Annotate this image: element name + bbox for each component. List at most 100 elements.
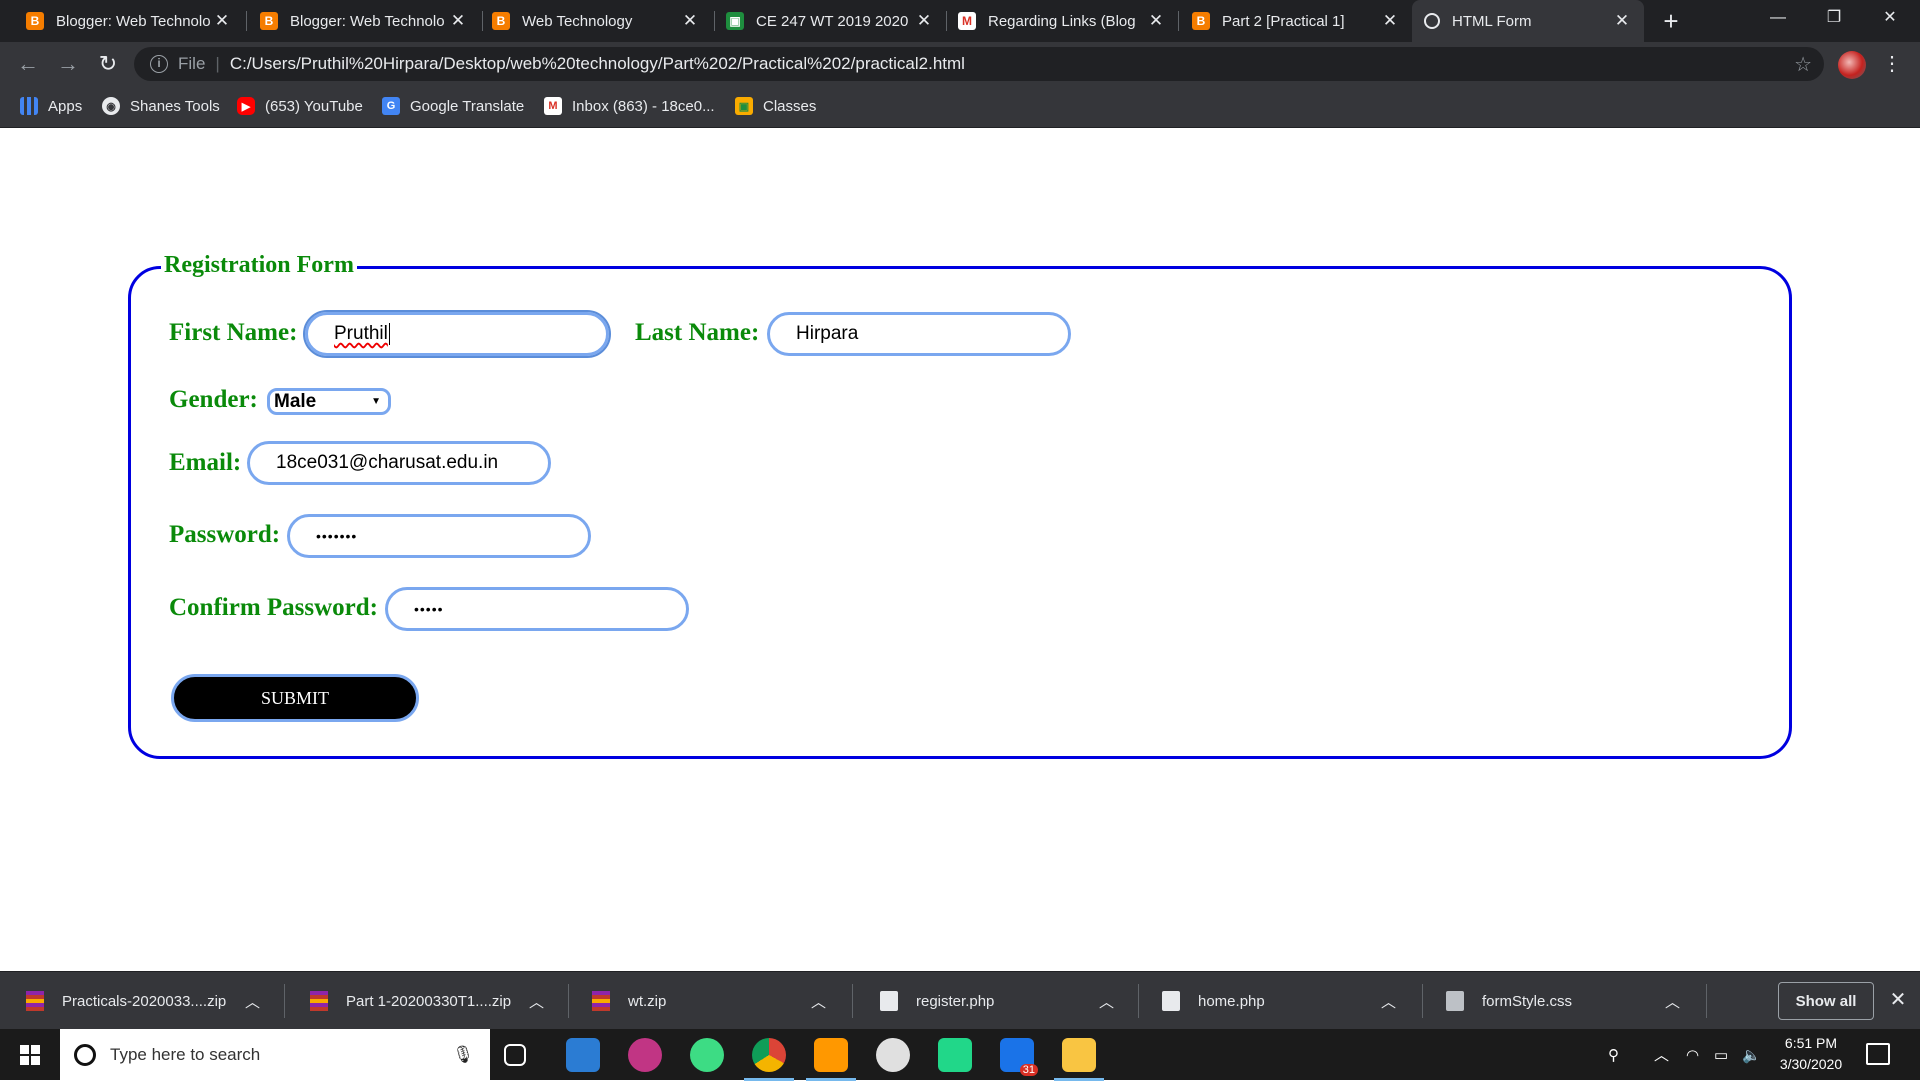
shelf-divider — [568, 984, 569, 1018]
tab-html-form[interactable]: HTML Form ✕ — [1412, 0, 1644, 42]
notification-center-icon[interactable] — [1866, 1043, 1890, 1065]
last-name-input[interactable]: Hirpara — [767, 312, 1071, 356]
profile-avatar[interactable] — [1838, 51, 1866, 79]
battery-icon[interactable]: ▭ — [1714, 1029, 1728, 1080]
show-all-button[interactable]: Show all — [1778, 982, 1874, 1020]
password-input[interactable]: ••••••• — [287, 514, 591, 558]
window-close-icon[interactable]: ✕ — [1862, 0, 1918, 36]
bookmark-youtube[interactable]: ▶ (653) YouTube — [237, 86, 363, 126]
first-name-input[interactable]: Pruthil — [303, 310, 611, 358]
taskbar-search-box[interactable]: Type here to search 🎙 — [60, 1029, 490, 1080]
tab-gmail[interactable]: M Regarding Links (Blog ✕ — [946, 0, 1178, 42]
reload-icon[interactable]: ↻ — [94, 50, 122, 78]
wifi-icon[interactable]: ◠ — [1686, 1029, 1699, 1080]
confirm-password-input[interactable]: ••••• — [385, 587, 689, 631]
last-name-label: Last Name: — [635, 319, 760, 346]
clock-time: 6:51 PM — [1784, 1035, 1838, 1051]
download-item[interactable]: Practicals-2020033....zip ︿ — [26, 972, 274, 1030]
close-icon[interactable]: ✕ — [1612, 11, 1632, 31]
chrome-icon[interactable] — [744, 1038, 794, 1081]
paint-app-icon[interactable] — [628, 1038, 662, 1072]
chevron-up-icon[interactable]: ︿ — [811, 991, 826, 1012]
bookmark-label: Classes — [763, 97, 817, 115]
restore-icon[interactable]: ❐ — [1806, 0, 1862, 36]
file-icon — [880, 991, 898, 1011]
close-icon[interactable]: ✕ — [680, 11, 700, 31]
download-item[interactable]: register.php ︿ — [880, 972, 1128, 1030]
password-label: Password: — [169, 521, 281, 548]
scheme-divider: | — [215, 54, 220, 73]
chevron-up-icon[interactable]: ︿ — [529, 991, 544, 1012]
new-tab-button[interactable]: + — [1656, 6, 1686, 36]
zip-archive-icon — [592, 991, 610, 1011]
people-icon[interactable]: ⚲ — [1608, 1029, 1619, 1080]
close-icon[interactable]: ✕ — [1886, 988, 1910, 1012]
url-text[interactable]: C:/Users/Pruthil%20Hirpara/Desktop/web%2… — [230, 54, 965, 74]
email-input[interactable]: 18ce031@charusat.edu.in — [247, 441, 551, 485]
bookmark-label: Apps — [48, 97, 83, 115]
microphone-icon[interactable]: 🎙 — [452, 1045, 474, 1065]
download-item[interactable]: Part 1-20200330T1....zip ︿ — [310, 972, 558, 1030]
task-view-icon[interactable] — [504, 1044, 526, 1066]
file-icon — [1162, 991, 1180, 1011]
chevron-up-icon[interactable]: ︿ — [1381, 991, 1396, 1012]
close-icon[interactable]: ✕ — [1380, 11, 1400, 31]
back-arrow-icon[interactable]: ← — [14, 50, 42, 78]
chevron-up-icon[interactable]: ︿ — [1654, 1029, 1669, 1080]
tab-blogger-2[interactable]: B Blogger: Web Technolo ✕ — [248, 0, 480, 42]
shelf-divider — [1138, 984, 1139, 1018]
android-studio-icon[interactable] — [690, 1038, 724, 1072]
download-filename: Practicals-2020033....zip — [62, 992, 227, 1010]
computer-app-icon[interactable] — [566, 1038, 600, 1072]
gender-select[interactable]: Male ▼ — [267, 388, 391, 415]
tab-blogger-1[interactable]: B Blogger: Web Technolo ✕ — [14, 0, 244, 42]
sublime-text-icon[interactable] — [806, 1038, 856, 1081]
download-item[interactable]: home.php ︿ — [1162, 972, 1410, 1030]
tab-title: Blogger: Web Technolo — [290, 12, 445, 30]
tab-classroom[interactable]: ▣ CE 247 WT 2019 2020 ✕ — [714, 0, 946, 42]
bookmark-classes[interactable]: ▣ Classes — [735, 86, 816, 126]
download-filename: Part 1-20200330T1....zip — [346, 992, 512, 1010]
bookmark-label: (653) YouTube — [265, 97, 363, 115]
info-icon[interactable]: i — [150, 55, 168, 73]
address-bar[interactable]: i File | C:/Users/Pruthil%20Hirpara/Desk… — [134, 47, 1824, 81]
calendar-app-icon[interactable]: 31 — [1000, 1038, 1038, 1076]
bookmark-shanes-tools[interactable]: ◉ Shanes Tools — [102, 86, 220, 126]
download-item[interactable]: formStyle.css ︿ — [1446, 972, 1694, 1030]
tab-title: HTML Form — [1452, 12, 1532, 30]
eclipse-app-icon[interactable] — [876, 1038, 910, 1072]
file-explorer-icon[interactable] — [1054, 1038, 1104, 1081]
chevron-up-icon[interactable]: ︿ — [1665, 991, 1680, 1012]
shelf-divider — [1422, 984, 1423, 1018]
dropdown-arrow-icon: ▼ — [371, 396, 381, 407]
tab-title: Blogger: Web Technolo — [56, 12, 211, 30]
close-icon[interactable]: ✕ — [914, 11, 934, 31]
forward-arrow-icon[interactable]: → — [54, 50, 82, 78]
clock-date: 3/30/2020 — [1779, 1056, 1843, 1072]
system-clock[interactable]: 6:51 PM 3/30/2020 — [1768, 1033, 1854, 1075]
more-menu-icon[interactable]: ⋮ — [1882, 50, 1902, 78]
bookmark-inbox[interactable]: M Inbox (863) - 18ce0... — [544, 86, 715, 126]
globe-icon — [1424, 13, 1440, 29]
tab-title: Part 2 [Practical 1] — [1222, 12, 1345, 30]
chevron-up-icon[interactable]: ︿ — [245, 991, 260, 1012]
download-shelf: Practicals-2020033....zip ︿ Part 1-20200… — [0, 971, 1920, 1029]
submit-button[interactable]: SUBMIT — [171, 674, 419, 722]
close-icon[interactable]: ✕ — [1146, 11, 1166, 31]
tab-web-technology[interactable]: B Web Technology ✕ — [480, 0, 712, 42]
download-filename: register.php — [916, 992, 995, 1010]
start-button[interactable] — [0, 1029, 60, 1080]
tab-title: Web Technology — [522, 12, 633, 30]
volume-icon[interactable]: 🔈 — [1742, 1029, 1761, 1080]
download-item[interactable]: wt.zip ︿ — [592, 972, 840, 1030]
chevron-up-icon[interactable]: ︿ — [1099, 991, 1114, 1012]
close-icon[interactable]: ✕ — [212, 11, 232, 31]
close-icon[interactable]: ✕ — [448, 11, 468, 31]
bookmark-apps[interactable]: Apps — [20, 86, 82, 126]
bookmark-google-translate[interactable]: G Google Translate — [382, 86, 524, 126]
download-filename: wt.zip — [628, 992, 667, 1010]
pycharm-icon[interactable] — [938, 1038, 972, 1072]
minimize-icon[interactable]: — — [1750, 0, 1806, 36]
bookmark-star-icon[interactable]: ☆ — [1794, 52, 1812, 77]
tab-part-2[interactable]: B Part 2 [Practical 1] ✕ — [1180, 0, 1412, 42]
